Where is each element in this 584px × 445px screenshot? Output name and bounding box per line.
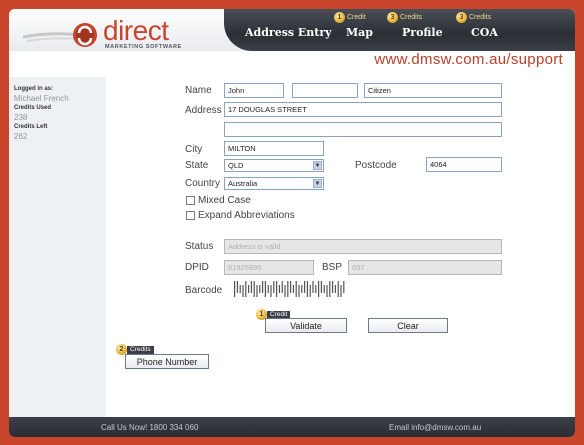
address-label: Address — [185, 105, 222, 116]
coa-credit-badge: 3 Credits — [456, 12, 491, 23]
city-label: City — [185, 144, 203, 155]
barcode-bar — [290, 281, 292, 293]
mixed-case-checkbox[interactable]: Mixed Case — [186, 195, 251, 206]
nav-map[interactable]: Map — [346, 26, 373, 39]
barcode-bar — [343, 281, 345, 293]
country-select[interactable]: Australia ▼ — [224, 177, 324, 190]
coin-icon: 3 — [456, 12, 467, 23]
expand-abbreviations-checkbox[interactable]: Expand Abbreviations — [186, 210, 295, 221]
barcode-bar — [334, 285, 336, 293]
logo-wordmark: direct — [103, 15, 169, 46]
coin-icon: 1 — [334, 12, 345, 23]
barcode-bar — [287, 281, 289, 297]
bsp-label: BSP — [322, 262, 343, 273]
barcode-bar — [295, 281, 297, 297]
checkbox-box[interactable] — [186, 211, 195, 220]
nav-address-entry[interactable]: Address Entry — [245, 26, 332, 39]
dpid-field: 61825695 — [224, 260, 314, 275]
barcode-bar — [256, 285, 258, 297]
name-label: Name — [185, 85, 212, 96]
barcode-bar — [301, 285, 303, 293]
state-label: State — [185, 160, 209, 171]
dpid-label: DPID — [185, 262, 209, 273]
state-select[interactable]: QLD ▼ — [224, 159, 324, 172]
nav-profile[interactable]: Profile — [402, 26, 443, 39]
barcode-bar — [273, 281, 275, 293]
barcode-bar — [234, 281, 236, 297]
barcode-bar — [281, 281, 283, 293]
footer-email[interactable]: Email info@dmsw.com.au — [389, 423, 481, 432]
status-field: Address is valid — [224, 239, 502, 254]
country-label: Country — [185, 178, 221, 189]
barcode-bar — [304, 281, 306, 293]
clear-button[interactable]: Clear — [368, 318, 448, 333]
chevron-down-icon: ▼ — [313, 161, 322, 170]
barcode-bar — [340, 285, 342, 297]
app-window: direct MARKETING SOFTWARE Address Entry … — [9, 9, 575, 437]
first-name-input[interactable]: John — [224, 83, 284, 98]
postcode-label: Postcode — [355, 160, 397, 171]
barcode-bar — [320, 281, 322, 293]
barcode-bar — [248, 285, 250, 293]
credits-used-label: Credits Used — [14, 105, 52, 111]
barcode-bar — [278, 285, 280, 293]
map-credit-badge: 1 Credit — [334, 12, 366, 23]
middle-name-input[interactable] — [292, 83, 358, 98]
footer: Call Us Now! 1800 334 060 Email info@dms… — [9, 417, 575, 437]
barcode-bar — [242, 285, 244, 297]
status-label: Status — [185, 241, 214, 252]
barcode-label: Barcode — [185, 285, 223, 296]
barcode-bar — [250, 281, 252, 293]
address-line1-input[interactable]: 17 DOUGLAS STREET — [224, 102, 502, 117]
address-line2-input[interactable] — [224, 122, 502, 137]
barcode-bar — [284, 285, 286, 297]
credits-left-label: Credits Left — [14, 124, 48, 130]
barcode-bar — [326, 285, 328, 297]
barcode-bar — [332, 281, 334, 293]
barcode-image — [234, 281, 345, 297]
barcode-bar — [337, 281, 339, 297]
barcode-bar — [298, 285, 300, 297]
phone-number-button[interactable]: Phone Number — [125, 354, 209, 369]
credits-left-value: 262 — [14, 132, 28, 141]
barcode-bar — [239, 285, 241, 293]
logo-swoosh-icon — [23, 23, 97, 47]
barcode-bar — [315, 285, 317, 293]
barcode-bar — [245, 281, 247, 297]
barcode-bar — [253, 281, 255, 297]
user-name: Michael French — [14, 94, 69, 103]
postcode-input[interactable]: 4064 — [426, 157, 502, 172]
barcode-bar — [292, 285, 294, 293]
validate-button[interactable]: Validate — [265, 318, 347, 333]
barcode-bar — [259, 285, 261, 293]
support-url[interactable]: www.dmsw.com.au/support — [374, 51, 563, 68]
barcode-bar — [309, 285, 311, 297]
last-name-input[interactable]: Citizen — [364, 83, 502, 98]
barcode-bar — [306, 281, 308, 297]
barcode-bar — [312, 281, 314, 293]
barcode-bar — [329, 281, 331, 297]
logo-tagline: MARKETING SOFTWARE — [105, 44, 182, 50]
barcode-bar — [318, 281, 320, 297]
footer-phone: Call Us Now! 1800 334 060 — [101, 423, 199, 432]
barcode-bar — [262, 281, 264, 293]
barcode-bar — [236, 281, 238, 293]
logged-in-label: Logged in as: — [14, 86, 53, 92]
barcode-bar — [264, 281, 266, 297]
barcode-bar — [270, 285, 272, 297]
chevron-down-icon: ▼ — [313, 179, 322, 188]
nav-coa[interactable]: COA — [471, 26, 498, 39]
barcode-bar — [276, 281, 278, 297]
credits-used-value: 238 — [14, 113, 28, 122]
header: direct MARKETING SOFTWARE Address Entry … — [9, 9, 575, 51]
checkbox-box[interactable] — [186, 196, 195, 205]
barcode-bar — [267, 285, 269, 293]
barcode-bar — [323, 285, 325, 293]
logo: direct MARKETING SOFTWARE — [23, 15, 193, 51]
city-input[interactable]: MILTON — [224, 141, 324, 156]
profile-credit-badge: 3 Credits — [387, 12, 422, 23]
sidebar: Logged in as: Michael French Credits Use… — [9, 77, 106, 417]
bsp-field: 037 — [348, 260, 502, 275]
coin-icon: 3 — [387, 12, 398, 23]
